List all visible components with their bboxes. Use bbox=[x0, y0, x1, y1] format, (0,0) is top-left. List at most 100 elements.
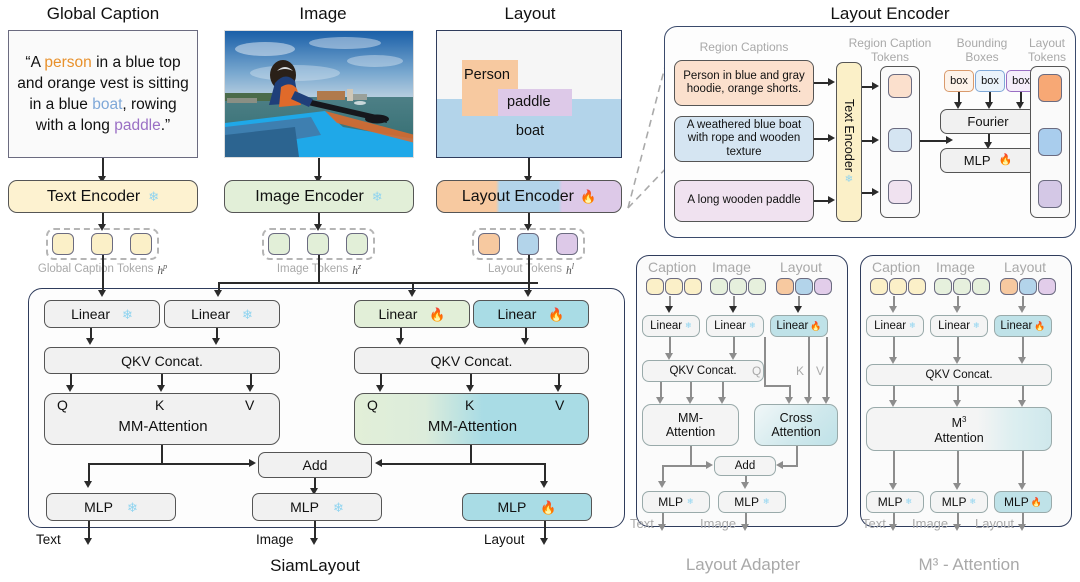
arrow-m3-attn-to-mlp3 bbox=[1018, 483, 1026, 490]
m3-linear-caption[interactable]: Linear ❄ bbox=[866, 315, 924, 337]
detail-layout-token-2 bbox=[1038, 128, 1062, 156]
line-mmR-to-add bbox=[382, 463, 472, 465]
input-image bbox=[224, 30, 414, 158]
fourier-box[interactable]: Fourier bbox=[940, 109, 1036, 134]
adapter-image-token-3 bbox=[748, 278, 766, 295]
siam-add[interactable]: Add bbox=[258, 452, 372, 478]
line-caption-tokens-down bbox=[102, 255, 104, 292]
m3-col-layout-label: Layout bbox=[1004, 259, 1047, 275]
siam-output-layout-label: Layout bbox=[484, 532, 525, 547]
adapter-col-layout-label: Layout bbox=[780, 259, 823, 275]
layout-token-2 bbox=[517, 233, 539, 255]
siam-qkv-concat-right[interactable]: QKV Concat. bbox=[354, 347, 589, 374]
image-token-2 bbox=[307, 233, 329, 255]
adapter-linear-image[interactable]: Linear ❄ bbox=[706, 315, 764, 337]
detail-text-encoder[interactable]: Text Encoder ❄ bbox=[836, 62, 862, 222]
arrow-adapter-lay-to-lin bbox=[794, 306, 802, 313]
layout-tokens-detail-label: Layout Tokens bbox=[1027, 36, 1067, 64]
line-mmL-to-mlpL bbox=[88, 463, 163, 465]
arrow-adapter-add-to-mlp bbox=[741, 482, 749, 489]
siam-linear-layout[interactable]: Linear 🔥 bbox=[473, 300, 589, 328]
image-encoder-box[interactable]: Image Encoder ❄ bbox=[224, 180, 414, 213]
siam-linear-text[interactable]: Linear ❄ bbox=[44, 300, 160, 328]
siam-mm-attention-right[interactable]: Q K V MM-Attention bbox=[354, 393, 589, 445]
arrow-m3-qkv-c bbox=[1018, 400, 1026, 407]
h-superscript-z: hz bbox=[352, 262, 362, 277]
arrow-m3-out-image bbox=[953, 524, 961, 531]
arrow-m3-cap-to-lin bbox=[889, 306, 897, 313]
text-encoder-box[interactable]: Text Encoder ❄ bbox=[8, 180, 198, 213]
line-m3-lin2-qkv bbox=[957, 337, 959, 359]
m3-linear-layout[interactable]: Linear 🔥 bbox=[994, 315, 1052, 337]
arrow-qkvL-q bbox=[66, 385, 74, 392]
layout-encoder-box[interactable]: Layout Encoder 🔥 bbox=[436, 180, 622, 213]
adapter-cross-attention[interactable]: Cross Attention bbox=[754, 404, 838, 446]
m3-caption-token-1 bbox=[870, 278, 888, 295]
line-m3-attn-to-mlp2 bbox=[957, 451, 959, 485]
layout-token-3 bbox=[556, 233, 578, 255]
arrow-adapter-cap-to-lin bbox=[665, 306, 673, 313]
line-adapter-q-across bbox=[764, 385, 790, 387]
m3-caption-text: M³ - Attention bbox=[918, 555, 1020, 574]
siam-mlp-image[interactable]: MLP ❄ bbox=[252, 493, 382, 521]
adapter-linear-layout[interactable]: Linear 🔥 bbox=[770, 315, 828, 337]
adapter-mlp-text[interactable]: MLP ❄ bbox=[642, 491, 710, 513]
fire-icon: 🔥 bbox=[1034, 320, 1046, 331]
layout-label-person: Person bbox=[464, 67, 510, 83]
siam-mlp-text[interactable]: MLP ❄ bbox=[46, 493, 176, 521]
m3-image-token-3 bbox=[972, 278, 990, 295]
m3-mlp-text[interactable]: MLP ❄ bbox=[866, 491, 924, 513]
h-superscript-l: hl bbox=[565, 262, 574, 277]
fire-icon: 🔥 bbox=[548, 306, 565, 322]
m3-attention-block[interactable]: M3 Attention bbox=[866, 407, 1052, 451]
siam-linear-image-left[interactable]: Linear ❄ bbox=[164, 300, 280, 328]
m3-layout-token-1 bbox=[1000, 278, 1018, 295]
snowflake-icon: ❄ bbox=[685, 321, 692, 330]
m3-mlp-layout[interactable]: MLP 🔥 bbox=[994, 491, 1052, 513]
arrow-image-into-linear2 bbox=[214, 290, 222, 297]
arrow-adapter-out-text bbox=[658, 524, 666, 531]
m3-qkv-concat[interactable]: QKV Concat. bbox=[866, 364, 1052, 386]
m3-linear-image[interactable]: Linear ❄ bbox=[930, 315, 988, 337]
region-caption-token-2 bbox=[888, 128, 912, 152]
arrow-adapter-qkv-a bbox=[656, 397, 664, 404]
adapter-add[interactable]: Add bbox=[714, 456, 776, 476]
region-caption-3[interactable]: A long wooden paddle bbox=[674, 180, 814, 222]
detail-mlp-box[interactable]: MLP 🔥 bbox=[940, 148, 1036, 173]
arrow-m3-attn-to-mlp1 bbox=[889, 483, 897, 490]
arrow-mmR-to-mlpR bbox=[540, 481, 548, 488]
arrow-image-into-linear3 bbox=[408, 290, 416, 297]
m3-layout-token-2 bbox=[1019, 278, 1037, 295]
siam-mm-attention-left[interactable]: Q K V MM-Attention bbox=[44, 393, 280, 445]
line-m3-attn-to-mlp3 bbox=[1022, 451, 1024, 485]
region-caption-1[interactable]: Person in blue and gray hoodie, orange s… bbox=[674, 60, 814, 106]
arrow-m3-attn-to-mlp2 bbox=[953, 483, 961, 490]
fire-icon: 🔥 bbox=[998, 154, 1013, 166]
siam-linear-image-right[interactable]: Linear 🔥 bbox=[354, 300, 470, 328]
region-caption-2[interactable]: A weathered blue boat with rope and wood… bbox=[674, 116, 814, 162]
m3-mlp-image[interactable]: MLP ❄ bbox=[930, 491, 988, 513]
caption-token-1 bbox=[52, 233, 74, 255]
line-adapter-mm-out bbox=[690, 446, 692, 466]
arrow-textenc-to-tok3 bbox=[872, 188, 879, 196]
siam-mlp-layout[interactable]: MLP 🔥 bbox=[462, 493, 592, 521]
siam-qkv-concat-left[interactable]: QKV Concat. bbox=[44, 347, 280, 374]
adapter-mm-attention[interactable]: MM- Attention bbox=[642, 404, 739, 446]
adapter-image-token-2 bbox=[729, 278, 747, 295]
snowflake-icon: ❄ bbox=[126, 499, 138, 515]
adapter-linear-caption[interactable]: Linear ❄ bbox=[642, 315, 700, 337]
siam-right-q-label: Q bbox=[367, 397, 378, 413]
detail-layout-token-3 bbox=[1038, 180, 1062, 208]
adapter-mlp-image[interactable]: MLP ❄ bbox=[718, 491, 786, 513]
adapter-out-text-label: Text bbox=[630, 516, 654, 531]
h-superscript-p: hp bbox=[157, 262, 168, 277]
siam-left-k-label: K bbox=[155, 397, 165, 413]
m3-image-token-2 bbox=[953, 278, 971, 295]
region-caption-token-1 bbox=[888, 74, 912, 98]
snowflake-icon: ❄ bbox=[148, 189, 160, 204]
adapter-qkv-concat[interactable]: QKV Concat. bbox=[642, 360, 764, 382]
line-m3-attn-to-mlp1 bbox=[893, 451, 895, 485]
bounding-boxes-label: Bounding Boxes bbox=[956, 36, 1008, 64]
text-encoder-label: Text Encoder bbox=[46, 187, 141, 205]
m3-attention-caption: M³ - Attention bbox=[866, 555, 1072, 575]
